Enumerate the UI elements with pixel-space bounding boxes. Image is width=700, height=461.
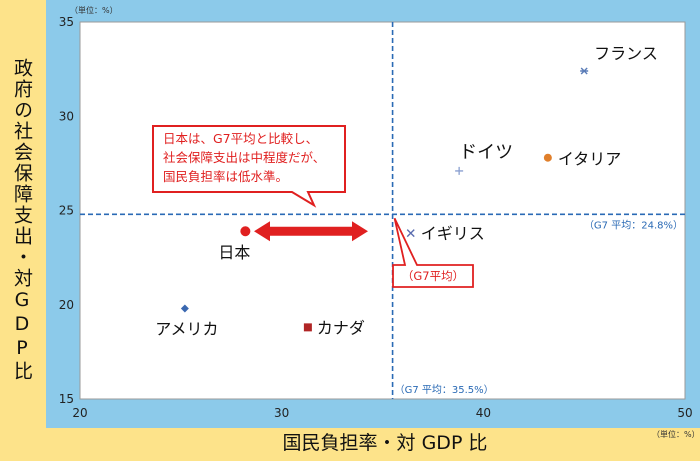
- g7-average-label-y: （G7 平均：24.8%）: [584, 219, 683, 231]
- marker-日本: [240, 226, 251, 237]
- y-tick-label: 15: [59, 392, 74, 406]
- callout-line: 日本は、G7平均と比較し、: [163, 131, 318, 146]
- chart-frame: 政府の社会保障支出・対GDP比 国民負担率・対 GDP 比 （単位：%） （単位：…: [0, 0, 700, 461]
- point-label-カナダ: カナダ: [317, 318, 365, 337]
- x-unit-label: （単位：%）: [652, 429, 700, 439]
- y-tick-label: 20: [59, 298, 74, 312]
- marker-カナダ: [303, 323, 312, 332]
- point-label-ドイツ: ドイツ: [459, 142, 513, 163]
- x-tick-label: 30: [274, 406, 289, 420]
- g7-average-label-x: （G7 平均：35.5%）: [395, 384, 494, 396]
- x-tick-label: 40: [476, 406, 491, 420]
- x-tick-label: 20: [72, 406, 87, 420]
- y-unit-label: （単位：%）: [70, 5, 118, 15]
- point-label-イギリス: イギリス: [421, 224, 485, 243]
- point-label-イタリア: イタリア: [558, 150, 621, 169]
- marker-イタリア: [543, 153, 552, 162]
- callout-line: 社会保障支出は中程度だが、: [163, 150, 325, 165]
- callout-line: 国民負担率は低水準。: [163, 169, 288, 184]
- point-label-アメリカ: アメリカ: [155, 320, 218, 339]
- g7-average-tag-label: （G7平均）: [402, 269, 464, 283]
- x-tick-label: 50: [677, 406, 692, 420]
- plot-area: [79, 21, 686, 400]
- y-tick-label: 25: [59, 204, 74, 218]
- point-label-フランス: フランス: [594, 44, 658, 63]
- y-tick-label: 30: [59, 109, 74, 123]
- y-tick-label: 35: [59, 15, 74, 29]
- scatter-chart: （単位：%）（単位：%）152025303520 30 40 50（G7 平均：24.…: [46, 0, 700, 439]
- point-label-日本: 日本: [218, 243, 250, 262]
